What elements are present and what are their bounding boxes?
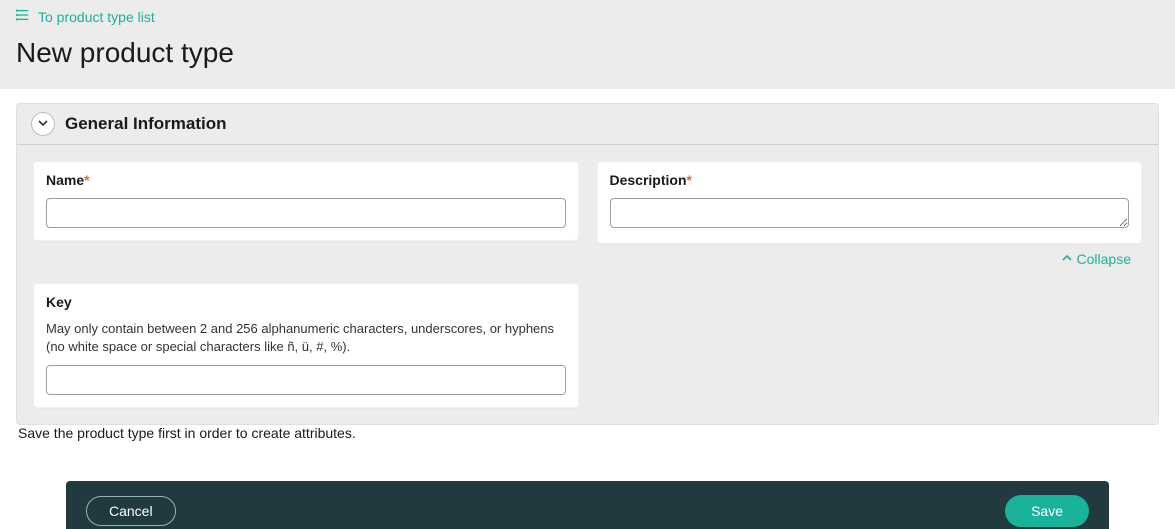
list-icon (16, 8, 30, 25)
page-title: New product type (16, 37, 1159, 69)
right-column: Description* Collapse (597, 161, 1143, 270)
panels-area: General Information Name* Key May only c… (0, 89, 1175, 529)
description-input[interactable] (610, 198, 1130, 228)
description-label-text: Description (610, 172, 687, 188)
collapse-label: Collapse (1077, 251, 1131, 267)
key-input[interactable] (46, 365, 566, 395)
required-marker: * (687, 172, 692, 188)
attributes-save-note: Save the product type first in order to … (16, 425, 1159, 441)
general-information-panel: General Information Name* Key May only c… (16, 103, 1159, 425)
cancel-button[interactable]: Cancel (86, 496, 176, 526)
name-card: Name* (33, 161, 579, 241)
description-collapse-link[interactable]: Collapse (1061, 251, 1131, 267)
page-header: To product type list New product type (0, 0, 1175, 89)
panel-header: General Information (17, 104, 1158, 145)
name-input[interactable] (46, 198, 566, 228)
back-to-list-link[interactable]: To product type list (16, 8, 155, 25)
key-hint: May only contain between 2 and 256 alpha… (46, 320, 566, 355)
key-card: Key May only contain between 2 and 256 a… (33, 283, 579, 408)
chevron-down-icon (37, 116, 49, 132)
description-label: Description* (610, 172, 692, 188)
chevron-up-icon (1061, 251, 1073, 267)
required-marker: * (84, 172, 89, 188)
panel-collapse-toggle[interactable] (31, 112, 55, 136)
main-viewport[interactable]: To product type list New product type Ge… (0, 0, 1175, 529)
panel-body: Name* Key May only contain between 2 and… (17, 145, 1158, 424)
save-button[interactable]: Save (1005, 495, 1089, 527)
description-card: Description* Collapse (597, 161, 1143, 244)
action-bar-wrap: Cancel Save (16, 441, 1159, 529)
key-label: Key (46, 294, 72, 310)
action-bar: Cancel Save (66, 481, 1109, 529)
name-label-text: Name (46, 172, 84, 188)
panel-title: General Information (65, 114, 227, 134)
name-label: Name* (46, 172, 90, 188)
left-column: Name* Key May only contain between 2 and… (33, 161, 579, 408)
back-link-label: To product type list (38, 9, 155, 25)
